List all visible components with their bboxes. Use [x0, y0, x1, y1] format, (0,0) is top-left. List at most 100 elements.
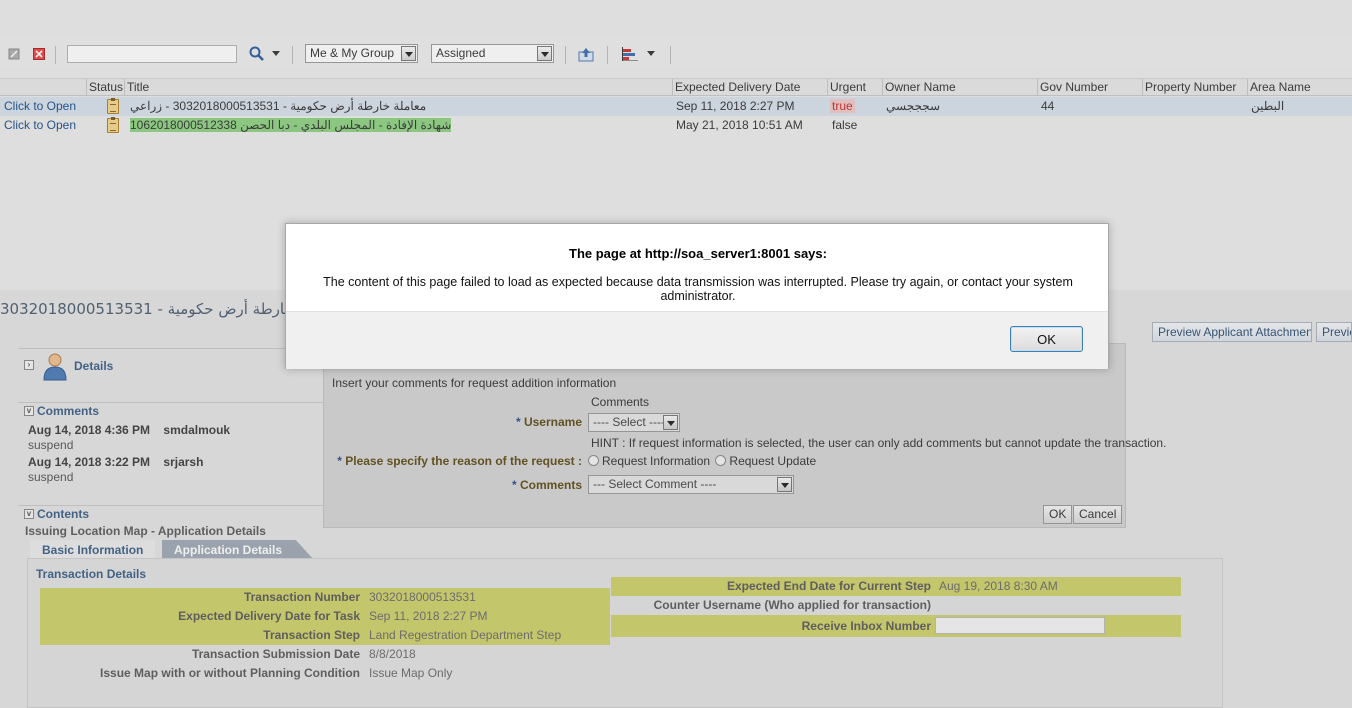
- preview-button[interactable]: Previe: [1316, 322, 1352, 342]
- task-owner: سجججسي: [886, 99, 940, 113]
- open-task-link[interactable]: Click to Open: [4, 116, 84, 135]
- task-urgent: true: [830, 99, 855, 113]
- state-filter-value: Assigned: [436, 46, 486, 60]
- table-row[interactable]: Click to Open معاملة خارطة أرض حكومية - …: [0, 97, 1352, 116]
- comments-select[interactable]: --- Select Comment ----: [588, 475, 794, 494]
- task-urgent: false: [832, 118, 858, 132]
- radio-request-information[interactable]: Request Information: [588, 454, 710, 468]
- alert-message: The content of this page failed to load …: [323, 275, 1073, 303]
- task-title: شهادة الإفادة - المجلس البلدي - دبا الحص…: [130, 118, 452, 132]
- receive-inbox-number-input[interactable]: [935, 617, 1105, 634]
- field-label: Counter Username (Who applied for transa…: [653, 598, 931, 612]
- comments-select-value: --- Select Comment ----: [593, 477, 717, 491]
- column-header-gov-number[interactable]: Gov Number: [1037, 79, 1142, 96]
- edit-icon[interactable]: [8, 38, 20, 70]
- field-submission-date: Transaction Submission Date 8/8/2018: [40, 645, 610, 664]
- delete-icon[interactable]: [33, 38, 45, 70]
- field-label: Transaction Step: [263, 628, 360, 642]
- field-value: Land Regestration Department Step: [369, 628, 562, 642]
- chart-icon[interactable]: [622, 38, 638, 70]
- search-icon[interactable]: [249, 38, 265, 70]
- chevron-down-icon: [537, 46, 552, 61]
- request-hint: HINT : If request information is selecte…: [591, 436, 1167, 450]
- open-task-link[interactable]: Click to Open: [4, 97, 84, 116]
- comment-text: suspend: [28, 438, 74, 452]
- contents-section-header[interactable]: v Contents: [18, 505, 358, 523]
- comments-section-header[interactable]: v Comments: [18, 402, 358, 420]
- clipboard-icon: [107, 117, 119, 133]
- field-value: Aug 19, 2018 8:30 AM: [939, 579, 1058, 593]
- comments-label: * Comments: [511, 478, 582, 492]
- alert-ok-button[interactable]: OK: [1010, 326, 1083, 352]
- upload-icon[interactable]: [578, 38, 594, 70]
- tab-application-details[interactable]: Application Details: [162, 540, 315, 560]
- comments-caption: Comments: [591, 395, 650, 409]
- field-value: 8/8/2018: [369, 647, 416, 661]
- request-info-popup: Insert your comments for request additio…: [323, 343, 1166, 528]
- group-filter-select[interactable]: Me & My Group: [305, 44, 418, 63]
- reason-options: Request Information Request Update: [588, 454, 816, 468]
- task-gov-number: 44: [1041, 99, 1055, 113]
- username-select-value: ---- Select ----: [593, 415, 665, 429]
- field-value: Issue Map Only: [369, 666, 453, 680]
- collapse-icon[interactable]: v: [24, 406, 34, 416]
- column-header-expected-delivery-date[interactable]: Expected Delivery Date: [672, 79, 827, 96]
- comment-date: Aug 14, 2018 3:22 PM: [28, 455, 151, 469]
- field-expected-end-date: Expected End Date for Current Step Aug 1…: [611, 577, 1181, 596]
- contents-label: Contents: [37, 507, 89, 521]
- field-label: Receive Inbox Number: [801, 619, 931, 633]
- column-header-urgent[interactable]: Urgent: [827, 79, 882, 96]
- tab-basic-information[interactable]: Basic Information: [30, 540, 156, 560]
- comment-meta: Aug 14, 2018 3:22 PM srjarsh: [28, 455, 203, 469]
- popup-ok-button[interactable]: OK: [1043, 505, 1073, 524]
- alert-footer: OK: [286, 311, 1108, 369]
- search-input[interactable]: [67, 45, 237, 63]
- field-counter-username: Counter Username (Who applied for transa…: [611, 596, 1181, 615]
- field-label: Transaction Submission Date: [191, 647, 360, 661]
- preview-applicant-attachments-button[interactable]: Preview Applicant Attachments: [1152, 322, 1312, 342]
- transaction-details-title: Transaction Details: [36, 567, 147, 581]
- task-area: البطين: [1251, 99, 1285, 113]
- alert-title: The page at http://soa_server1:8001 says…: [569, 246, 827, 261]
- task-title: معاملة خارطة أرض حكومية - 30320180005135…: [130, 99, 427, 113]
- chevron-down-icon[interactable]: [272, 38, 280, 70]
- task-expected-date: May 21, 2018 10:51 AM: [676, 118, 803, 132]
- field-label: Issue Map with or without Planning Condi…: [100, 666, 360, 680]
- contents-subtitle: Issuing Location Map - Application Detai…: [25, 524, 266, 538]
- table-header: Status Title Expected Delivery Date Urge…: [0, 78, 1352, 96]
- comment-user: smdalmouk: [163, 423, 231, 437]
- task-expected-date: Sep 11, 2018 2:27 PM: [676, 99, 795, 113]
- task-toolbar: Me & My Group Assigned: [0, 38, 1352, 70]
- expand-icon[interactable]: ›: [24, 360, 34, 370]
- collapse-icon[interactable]: v: [24, 509, 34, 519]
- group-filter-value: Me & My Group: [310, 46, 395, 60]
- username-select[interactable]: ---- Select ----: [588, 413, 680, 432]
- radio-icon[interactable]: [715, 455, 727, 466]
- comment-date: Aug 14, 2018 4:36 PM: [28, 423, 151, 437]
- transaction-details-box: Transaction Details Transaction Number 3…: [27, 558, 1223, 708]
- comments-label: Comments: [37, 404, 100, 418]
- column-header-status[interactable]: Status: [86, 79, 124, 96]
- details-label: Details: [74, 359, 114, 373]
- comment-text: suspend: [28, 470, 74, 484]
- table-row[interactable]: Click to Open شهادة الإفادة - المجلس الب…: [0, 116, 1352, 135]
- radio-request-update[interactable]: Request Update: [713, 454, 816, 468]
- chevron-down-icon[interactable]: [647, 38, 655, 70]
- state-filter-select[interactable]: Assigned: [431, 44, 554, 63]
- radio-icon[interactable]: [588, 455, 599, 466]
- popup-cancel-button[interactable]: Cancel: [1073, 505, 1123, 524]
- field-transaction-step: Transaction Step Land Regestration Depar…: [40, 626, 610, 645]
- column-header-title[interactable]: Title: [124, 79, 672, 96]
- column-header-property-number[interactable]: Property Number: [1142, 79, 1247, 96]
- field-label: Transaction Number: [243, 590, 360, 604]
- task-title-heading: 3032018000513531 - خارطة أرض حكومية: [0, 300, 294, 318]
- username-label: * Username: [515, 415, 582, 429]
- field-value: Sep 11, 2018 2:27 PM: [369, 609, 488, 623]
- column-header-area-name[interactable]: Area Name: [1247, 79, 1352, 96]
- field-label: Expected Delivery Date for Task: [178, 609, 360, 623]
- column-header-owner-name[interactable]: Owner Name: [882, 79, 1037, 96]
- alert-dialog: The page at http://soa_server1:8001 says…: [285, 223, 1109, 369]
- comment-user: srjarsh: [163, 455, 204, 469]
- field-value: 3032018000513531: [369, 590, 476, 604]
- chevron-down-icon: [663, 415, 678, 430]
